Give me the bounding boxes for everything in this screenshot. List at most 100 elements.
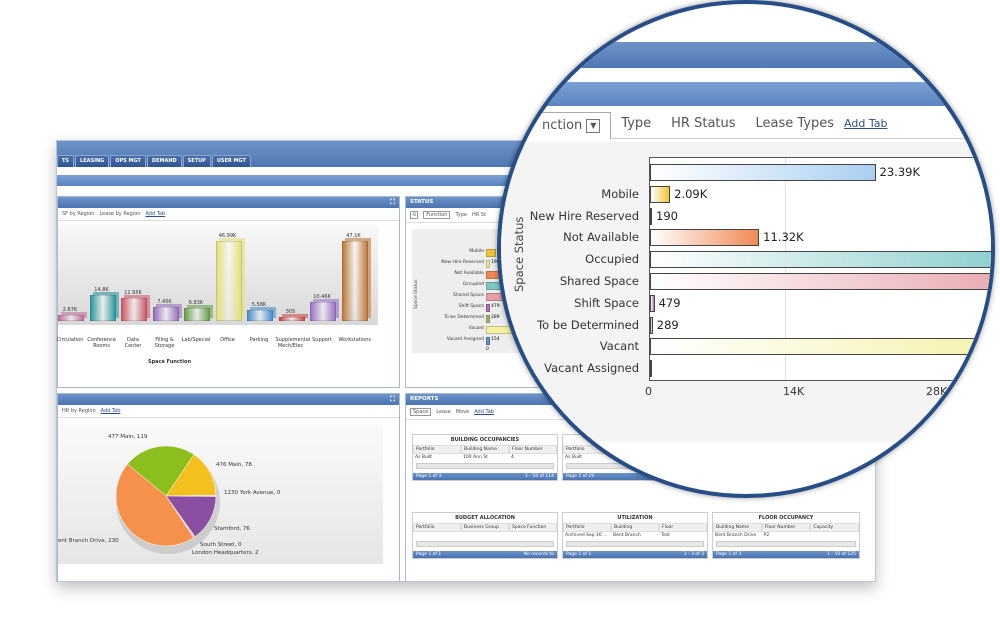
table-row[interactable]: Archived Sep 16 ... Bent Branch Test (563, 532, 707, 539)
zoom-status-bar-mark[interactable] (650, 185, 671, 203)
zoom-status-bar-mark[interactable] (650, 294, 655, 312)
report-column-header[interactable]: Portfolio (413, 445, 461, 454)
zoom-add-tab-link[interactable]: Add Tab (844, 117, 887, 130)
horizontal-scrollbar[interactable] (716, 541, 856, 547)
table-row[interactable]: Bent Branch Drive P2 (713, 532, 859, 539)
zoom-y-title: Space Status (512, 216, 526, 292)
zoom-status-bar-mark[interactable] (650, 360, 652, 378)
table-cell (413, 532, 461, 539)
add-tab-link[interactable]: Add Tab (101, 408, 121, 414)
space-bar[interactable] (247, 309, 273, 321)
horizontal-scrollbar[interactable] (566, 541, 704, 547)
table-pager[interactable]: Page 1 of 1 1 - 3 of 3 (563, 551, 707, 558)
space-bar[interactable] (121, 297, 147, 321)
tab-move[interactable]: Move (456, 409, 469, 415)
status-row-label: To be Determined (444, 315, 484, 320)
report-column-header[interactable]: Space Function (509, 523, 557, 532)
pager-count-text: 1 - 3 of 3 (683, 552, 704, 557)
zoom-status-bar-mark[interactable] (650, 251, 991, 269)
pie-panel-tabs: HR by Region Add Tab (58, 405, 399, 418)
pie-title-bar: ⛶ (58, 394, 399, 405)
table-row[interactable] (413, 532, 557, 539)
pie-chart-area: 477 Main, 119 476 Main, 78 1230 York Ave… (58, 424, 383, 564)
zoom-tab-hr-status[interactable]: HR Status (661, 116, 745, 131)
nav-tab-ops-mgt[interactable]: OPS MGT (110, 155, 146, 167)
space-bar[interactable] (152, 306, 179, 321)
status-row-label: New Hire Reserved (441, 260, 484, 265)
tab-lease[interactable]: Lease (436, 409, 451, 415)
report-column-header[interactable]: Capacity (810, 523, 860, 532)
zoom-tab-function[interactable]: nction ▼ (501, 111, 612, 139)
zoom-status-bar-mark[interactable] (650, 338, 991, 356)
status-row-label: Occupied (462, 282, 484, 287)
tab-hr-by-region[interactable]: HR by Region (62, 408, 96, 414)
nav-tab-leasing[interactable]: LEASING (75, 155, 110, 167)
zoom-category-label: Vacant (599, 339, 639, 354)
table-pager[interactable]: Page 1 of 1 No records to (413, 551, 557, 558)
tab-space[interactable]: Space (410, 408, 432, 416)
space-x-title: Space Function (148, 359, 191, 365)
status-row-bar[interactable] (486, 315, 490, 323)
maximize-icon[interactable]: ⛶ (390, 197, 395, 208)
report-column-header[interactable]: Floor Number (761, 523, 811, 532)
tab-hr-status[interactable]: HR St (472, 212, 486, 218)
status-row-bar[interactable] (486, 260, 490, 268)
report-column-header[interactable]: Portfolio (413, 523, 461, 532)
space-bar[interactable] (341, 241, 368, 321)
zoom-category-label: Shared Space (559, 274, 639, 288)
zoom-status-bar-mark[interactable] (650, 229, 760, 247)
report-table: FLOOR OCCUPANCY Building Name Floor Number… (712, 512, 860, 559)
report-column-header[interactable]: Building (611, 523, 659, 532)
nav-tab-ts[interactable]: TS (57, 155, 75, 167)
report-column-header[interactable]: Floor (659, 523, 707, 532)
nav-tab-setup[interactable]: SETUP (182, 155, 211, 167)
status-row-label: Shift Space (458, 304, 484, 309)
space-bar[interactable] (310, 301, 336, 321)
space-category-label: Supplemental Mech/Elec (275, 337, 311, 349)
space-bar[interactable] (184, 307, 210, 321)
zoom-tick-0: 0 (645, 385, 652, 398)
space-bars: 2.67K 14.8K 12.95K 7.45K 6.83K 46.99K 5.58K 305… (58, 225, 378, 325)
zoom-status-bar-mark[interactable] (650, 207, 652, 225)
tab-lease-by-region[interactable]: Lease by Region (99, 211, 140, 217)
table-pager[interactable]: Page 1 of 3 1 - 50 of 125 (713, 551, 859, 558)
zoom-category-label: To be Determined (537, 317, 639, 332)
maximize-icon[interactable]: ⛶ (390, 394, 395, 405)
report-column-header[interactable]: Business Group (461, 523, 509, 532)
nav-tab-user-mgt[interactable]: USER MGT (211, 155, 251, 167)
dropdown-arrow-icon[interactable]: ▼ (586, 118, 601, 133)
report-column-header[interactable]: Portfolio (563, 523, 611, 532)
space-bar[interactable] (278, 317, 305, 321)
status-row-bar[interactable] (486, 337, 490, 345)
zoom-bar-value: 289 (656, 317, 679, 332)
zoom-status-bar-mark[interactable] (650, 316, 653, 334)
nav-tab-demand[interactable]: DEMAND (146, 155, 182, 167)
zoom-bar-value: 2.09K (674, 186, 708, 201)
zoom-category-label: Mobile (601, 186, 639, 201)
zoom-tab-type[interactable]: Type (611, 116, 661, 131)
zoom-bar-value: 190 (656, 208, 678, 223)
tab-sf-by-region[interactable]: SF by Region (62, 211, 94, 217)
tab-type[interactable]: Type (455, 212, 466, 218)
status-row-bar[interactable] (486, 249, 496, 257)
zoom-category-label: Shift Space (574, 295, 639, 310)
reset-icon[interactable]: ⟲ (410, 211, 419, 219)
space-bar[interactable] (89, 294, 116, 321)
zoom-tab-lease-types[interactable]: Lease Types (746, 116, 845, 131)
zoom-status-bar-mark[interactable] (650, 273, 991, 290)
report-table-title: BUDGET ALLOCATION (455, 515, 515, 521)
tab-function[interactable]: Function (423, 211, 451, 219)
zoom-status-bar-mark[interactable] (650, 164, 876, 181)
add-tab-link[interactable]: Add Tab (145, 211, 165, 217)
report-column-header[interactable]: Building Name (713, 523, 762, 532)
report-table-header: Portfolio Business Group Space Function (413, 523, 557, 532)
pie-label-york: 1230 York Avenue, 0 (224, 490, 281, 496)
report-table-header: Portfolio Building Floor (563, 523, 707, 532)
space-bar-value: 12.95K (124, 289, 142, 296)
space-bar[interactable] (215, 241, 242, 321)
add-tab-link[interactable]: Add Tab (474, 409, 494, 415)
status-row-bar[interactable] (486, 304, 490, 312)
table-cell (461, 532, 509, 539)
horizontal-scrollbar[interactable] (416, 541, 554, 547)
space-bar[interactable] (58, 314, 84, 321)
